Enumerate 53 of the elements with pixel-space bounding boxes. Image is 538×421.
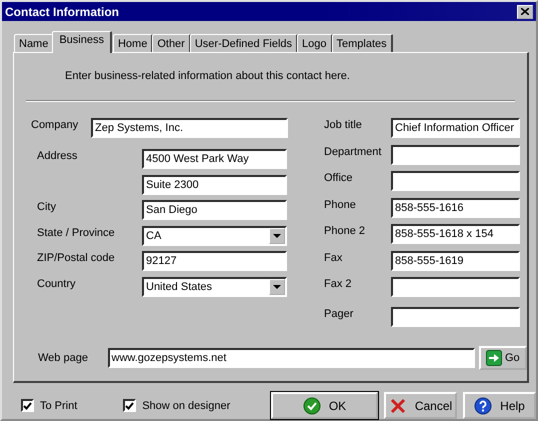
checkbox[interactable] xyxy=(21,399,34,412)
checkmark-icon xyxy=(302,396,321,414)
text-field[interactable] xyxy=(391,171,520,191)
tab[interactable]: Home xyxy=(112,34,154,52)
text-field[interactable]: 4500 West Park Way xyxy=(142,149,287,169)
field-label: Web page xyxy=(37,351,89,364)
company-field[interactable]: Zep Systems, Inc. xyxy=(91,118,288,138)
tab[interactable]: Other xyxy=(152,34,191,52)
go-button[interactable]: Go xyxy=(478,346,527,370)
tab[interactable]: Business xyxy=(52,31,112,53)
field-label: Address xyxy=(37,149,78,162)
checkbox[interactable] xyxy=(123,399,136,412)
tab[interactable]: Name xyxy=(14,34,54,52)
field-label: Pager xyxy=(324,307,354,320)
cancel-button[interactable]: Cancel xyxy=(384,392,457,419)
text-field[interactable] xyxy=(391,277,520,297)
field-label: Fax 2 xyxy=(324,277,353,290)
field-label: ZIP/Postal code xyxy=(37,251,116,264)
field-label: Fax xyxy=(324,250,344,264)
text-field[interactable]: Chief Information Officer xyxy=(391,118,520,138)
tab[interactable]: User-Defined Fields xyxy=(190,34,298,52)
dropdown-field[interactable]: CA xyxy=(142,226,287,246)
text-field[interactable] xyxy=(391,307,520,327)
tab[interactable]: Logo xyxy=(297,34,333,52)
field-label: Phone 2 xyxy=(324,224,366,237)
text-field[interactable]: 858-555-1618 x 154 xyxy=(391,224,520,244)
help-icon xyxy=(474,396,492,414)
checkbox-label: Show on designer xyxy=(142,400,230,412)
text-field[interactable]: Suite 2300 xyxy=(142,174,287,195)
text-field[interactable]: 92127 xyxy=(142,251,287,272)
text-field[interactable] xyxy=(391,144,520,164)
checkbox-label: To Print xyxy=(40,400,78,412)
web-page-field[interactable]: www.gozepsystems.net xyxy=(108,348,475,368)
field-label: Company xyxy=(31,118,80,131)
text-field[interactable]: 858-555-1616 xyxy=(391,198,520,218)
text-field[interactable]: 858-555-1619 xyxy=(391,250,520,270)
field-label: Phone xyxy=(324,198,357,210)
intro-text: Enter business-related information about this contact here. xyxy=(64,70,351,82)
dropdown-field[interactable]: United States xyxy=(142,276,287,297)
ok-button[interactable]: OK xyxy=(271,392,378,419)
field-label: Job title xyxy=(324,118,363,131)
close-icon xyxy=(521,8,529,15)
field-label: City xyxy=(37,200,57,214)
field-label: Office xyxy=(324,171,354,184)
text-field[interactable]: San Diego xyxy=(142,200,287,220)
tab[interactable]: Templates xyxy=(332,34,393,52)
field-label: State / Province xyxy=(37,226,116,239)
close-button[interactable] xyxy=(517,4,533,18)
window-title: Contact Information xyxy=(5,4,119,18)
field-label: Department xyxy=(324,144,382,158)
close-icon xyxy=(388,396,407,414)
help-button[interactable]: Help xyxy=(463,392,536,419)
field-label: Country xyxy=(37,276,77,290)
